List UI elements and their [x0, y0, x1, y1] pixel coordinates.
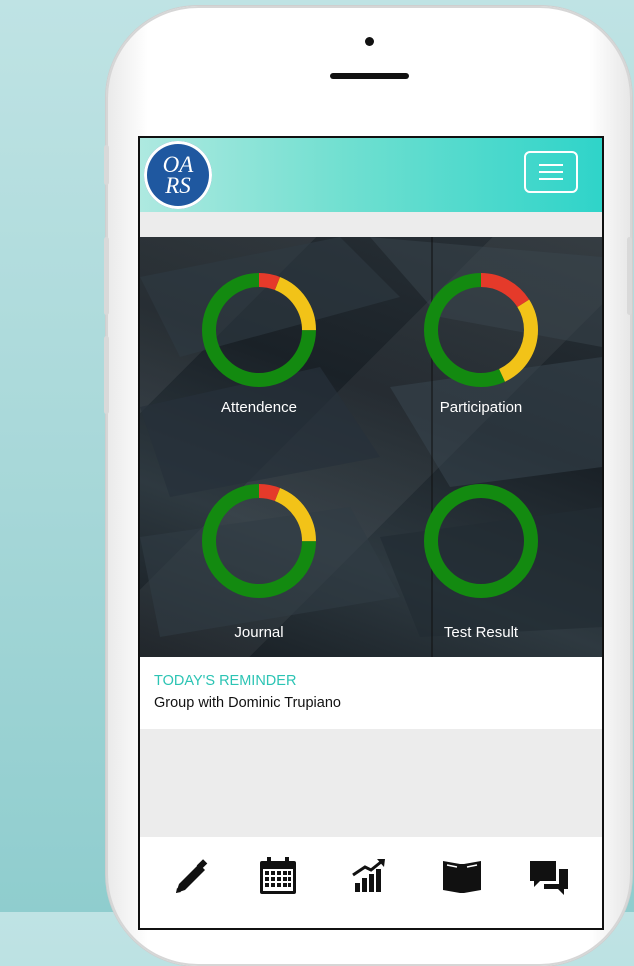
test-result-donut: [424, 484, 538, 598]
menu-bar: [539, 164, 563, 166]
todays-reminder-card[interactable]: TODAY'S REMINDER Group with Dominic Trup…: [140, 657, 602, 729]
volume-up-button: [104, 237, 109, 315]
chat-icon[interactable]: [526, 853, 572, 899]
mute-switch: [104, 145, 109, 185]
app-header: OA RS: [140, 138, 602, 212]
reminder-title: TODAY'S REMINDER: [154, 673, 297, 689]
pencil-icon[interactable]: [168, 853, 214, 899]
book-icon[interactable]: [439, 853, 485, 899]
power-button: [627, 237, 632, 315]
metric-journal[interactable]: Journal: [169, 480, 349, 641]
earpiece-speaker: [330, 73, 409, 79]
empty-content-area: [140, 729, 602, 837]
volume-down-button: [104, 336, 109, 414]
metric-attendence[interactable]: Attendence: [169, 269, 349, 416]
attendence-donut: [202, 273, 316, 387]
oars-logo[interactable]: OA RS: [144, 141, 212, 209]
donut-segment-green: [424, 484, 538, 598]
menu-bar: [539, 178, 563, 180]
calendar-icon[interactable]: [255, 853, 301, 899]
metric-label: Journal: [234, 624, 284, 641]
metric-label: Test Result: [443, 624, 519, 641]
menu-bar: [539, 171, 563, 173]
logo-text: OA RS: [162, 152, 194, 198]
front-camera: [365, 37, 374, 46]
metric-label: Attendence: [221, 399, 297, 416]
metric-participation[interactable]: Participation: [391, 269, 571, 416]
reminder-text: Group with Dominic Trupiano: [154, 695, 341, 711]
metric-label: Participation: [439, 399, 523, 416]
hamburger-menu-icon[interactable]: [524, 151, 578, 193]
metric-test-result[interactable]: Test Result: [391, 480, 571, 641]
header-divider: [140, 212, 602, 237]
progress-dashboard: Attendence Participation Journal Test Re…: [140, 237, 602, 657]
journal-donut: [202, 484, 316, 598]
participation-donut: [424, 273, 538, 387]
chart-icon[interactable]: [347, 853, 393, 899]
bottom-tab-bar: [140, 837, 602, 928]
app-screen: OA RS Attendence Participation Journal T…: [138, 136, 604, 930]
